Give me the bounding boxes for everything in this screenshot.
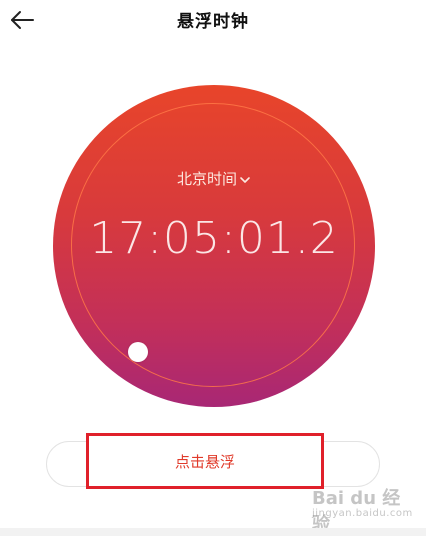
timezone-label: 北京时间 (176, 170, 237, 188)
page-title: 悬浮时钟 (177, 12, 249, 32)
float-button[interactable]: 点击悬浮 (86, 433, 324, 489)
bottom-divider (0, 528, 426, 536)
chevron-down-icon (239, 171, 251, 189)
time-display: 17:05:01.2 (89, 213, 339, 264)
watermark: Bai du 经验 jingyan.baidu.com (312, 484, 413, 535)
clock-dial: 北京时间 17:05:01.2 (53, 85, 375, 407)
navigation-bar: 悬浮时钟 (0, 0, 426, 40)
timezone-selector[interactable]: 北京时间 (53, 168, 375, 189)
float-button-label: 点击悬浮 (174, 452, 235, 471)
dial-knob[interactable] (128, 342, 148, 362)
watermark-url: jingyan.baidu.com (312, 508, 413, 519)
